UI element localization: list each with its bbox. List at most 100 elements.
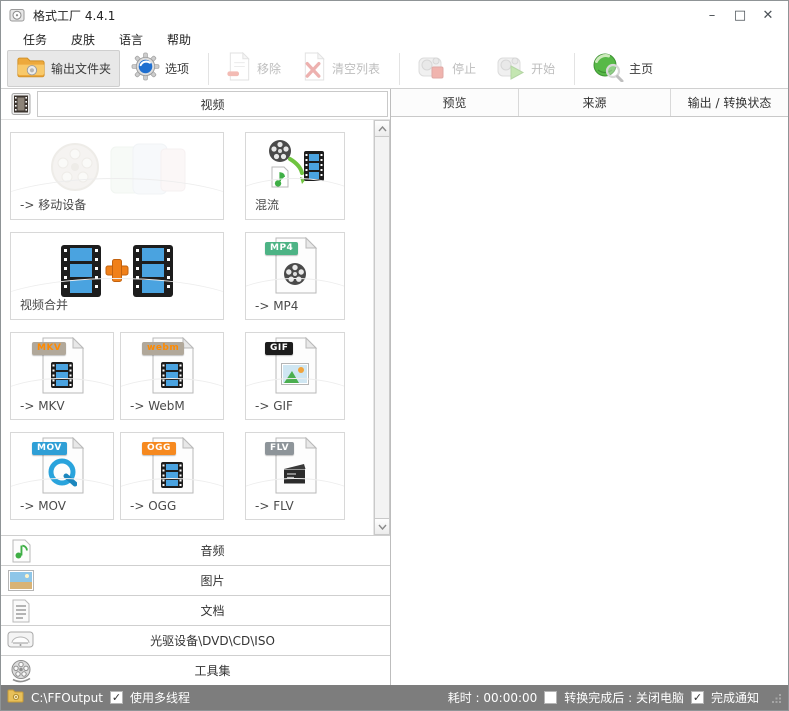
multithread-label: 使用多线程	[130, 689, 190, 706]
grid-scrollbar[interactable]	[373, 120, 390, 535]
window-title: 格式工厂 4.4.1	[33, 7, 698, 24]
menu-bar: 任务 皮肤 语言 帮助	[1, 29, 788, 49]
category-video-header[interactable]: 视频	[1, 89, 390, 119]
start-icon	[496, 53, 526, 85]
toolbar: 输出文件夹 选项 移除 清空列表 停止	[1, 49, 788, 89]
toolbar-separator	[208, 53, 209, 85]
clear-list-icon	[301, 52, 327, 85]
card-label: -> WebM	[130, 399, 185, 413]
category-picture-label: 图片	[37, 568, 388, 594]
chevron-up-icon	[378, 126, 387, 132]
category-disc-label: 文档	[37, 598, 388, 624]
toolbar-separator	[574, 53, 575, 85]
output-folder-label: 输出文件夹	[51, 60, 111, 77]
card-mp4[interactable]: MP4 -> MP4	[245, 232, 345, 320]
format-badge: MKV	[32, 342, 66, 355]
category-picture[interactable]: 图片	[1, 565, 390, 595]
options-button[interactable]: 选项	[122, 48, 198, 89]
home-globe-icon	[592, 52, 624, 86]
card-label: -> MP4	[255, 299, 298, 313]
main-area: 视频 -> 移动设备	[1, 89, 788, 685]
category-toolkit[interactable]: 工具集	[1, 655, 390, 685]
output-folder-icon	[16, 54, 46, 83]
output-folder-button[interactable]: 输出文件夹	[7, 50, 120, 87]
scroll-up-button[interactable]	[374, 120, 390, 137]
minimize-button[interactable]: –	[698, 4, 726, 26]
card-mux[interactable]: 混流	[245, 132, 345, 220]
mux-icon	[246, 137, 344, 195]
task-panel: 预览 来源 输出 / 转换状态	[391, 89, 788, 685]
task-list-body[interactable]	[391, 117, 788, 685]
stop-button[interactable]: 停止	[408, 49, 485, 89]
options-label: 选项	[165, 60, 189, 77]
scrollbar-thumb[interactable]	[374, 137, 390, 518]
menu-language[interactable]: 语言	[107, 30, 155, 49]
mp4-file-icon: MP4	[246, 237, 344, 295]
remove-file-icon	[226, 52, 252, 85]
app-icon	[9, 6, 27, 24]
disc-drive-icon	[4, 630, 37, 651]
stop-label: 停止	[452, 60, 476, 77]
video-join-icon	[11, 243, 223, 299]
format-badge: webm	[142, 342, 184, 355]
audio-note-icon	[4, 539, 37, 563]
card-ogg[interactable]: OGG -> OGG	[120, 432, 224, 520]
category-document[interactable]: 文档	[1, 595, 390, 625]
home-label: 主页	[629, 60, 653, 77]
column-source[interactable]: 来源	[519, 89, 671, 116]
card-label: -> FLV	[255, 499, 294, 513]
column-output-status[interactable]: 输出 / 转换状态	[671, 89, 788, 116]
card-label: -> MKV	[20, 399, 65, 413]
card-gif[interactable]: GIF -> GIF	[245, 332, 345, 420]
maximize-button[interactable]: □	[726, 4, 754, 26]
category-audio[interactable]: 音频	[1, 535, 390, 565]
chevron-down-icon	[378, 524, 387, 530]
stop-icon	[417, 53, 447, 85]
clear-list-button[interactable]: 清空列表	[292, 48, 389, 89]
card-mkv[interactable]: MKV -> MKV	[10, 332, 114, 420]
toolbar-separator	[399, 53, 400, 85]
format-badge: GIF	[265, 342, 293, 355]
output-path[interactable]: C:\FFOutput	[31, 691, 103, 705]
close-button[interactable]: ✕	[754, 4, 782, 26]
title-bar: 格式工厂 4.4.1 – □ ✕	[1, 1, 788, 29]
card-video-join[interactable]: 视频合并	[10, 232, 224, 320]
menu-help[interactable]: 帮助	[155, 30, 203, 49]
card-mobile-device[interactable]: -> 移动设备	[10, 132, 224, 220]
gif-file-icon: GIF	[246, 337, 344, 395]
status-bar: C:\FFOutput ✓ 使用多线程 耗时 : 00:00:00 转换完成后 …	[1, 685, 788, 710]
format-badge: FLV	[265, 442, 294, 455]
menu-task[interactable]: 任务	[11, 30, 59, 49]
start-button[interactable]: 开始	[487, 49, 564, 89]
card-webm[interactable]: webm -> WebM	[120, 332, 224, 420]
webm-file-icon: webm	[121, 337, 223, 395]
category-disc[interactable]: 光驱设备\DVD\CD\ISO	[1, 625, 390, 655]
remove-button[interactable]: 移除	[217, 48, 290, 89]
menu-skin[interactable]: 皮肤	[59, 30, 107, 49]
start-label: 开始	[531, 60, 555, 77]
format-badge: OGG	[142, 442, 176, 455]
picture-icon	[4, 570, 37, 591]
card-flv[interactable]: FLV -> FLV	[245, 432, 345, 520]
multithread-checkbox[interactable]: ✓	[110, 691, 123, 704]
card-label: 混流	[255, 196, 279, 213]
mov-file-icon: MOV	[11, 437, 113, 495]
output-path-folder-icon[interactable]	[7, 689, 24, 706]
shutdown-label: 转换完成后 : 关闭电脑	[564, 689, 684, 706]
category-toolkit-label: 工具集	[37, 658, 388, 684]
card-label: 视频合并	[20, 296, 68, 313]
resize-grip-icon[interactable]	[772, 693, 782, 703]
card-label: -> 移动设备	[20, 196, 86, 213]
category-panel: 视频 -> 移动设备	[1, 89, 391, 685]
format-badge: MP4	[265, 242, 298, 255]
column-preview[interactable]: 预览	[391, 89, 519, 116]
shutdown-checkbox[interactable]	[544, 691, 557, 704]
flv-file-icon: FLV	[246, 437, 344, 495]
document-icon	[4, 599, 37, 623]
notify-checkbox[interactable]: ✓	[691, 691, 704, 704]
options-gear-icon	[131, 52, 160, 85]
elapsed-time: 耗时 : 00:00:00	[448, 689, 538, 706]
scroll-down-button[interactable]	[374, 518, 390, 535]
home-button[interactable]: 主页	[583, 48, 662, 90]
card-mov[interactable]: MOV -> MOV	[10, 432, 114, 520]
